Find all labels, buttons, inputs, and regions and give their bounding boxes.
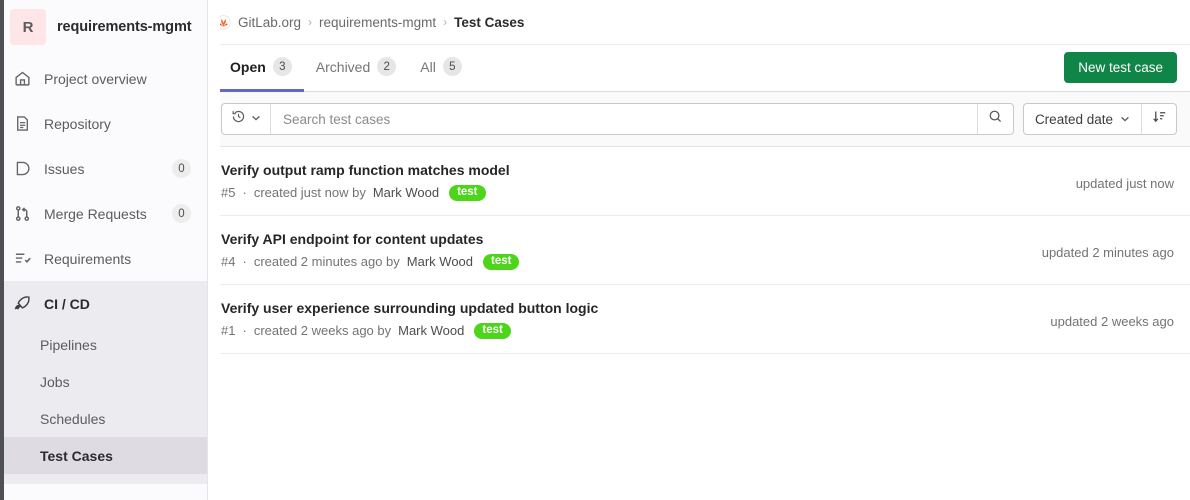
- table-row[interactable]: Verify API endpoint for content updates …: [208, 216, 1190, 286]
- issue-icon: [14, 160, 31, 177]
- table-row[interactable]: Verify output ramp function matches mode…: [208, 147, 1190, 217]
- breadcrumb-current: Test Cases: [454, 14, 525, 30]
- sidebar-label-repository: Repository: [44, 115, 111, 132]
- test-case-created: created just now by: [253, 184, 366, 200]
- rocket-icon: [14, 295, 31, 312]
- test-case-created: created 2 minutes ago by: [253, 253, 400, 269]
- test-case-updated: updated 2 minutes ago: [1041, 245, 1174, 261]
- tab-open-count: 3: [272, 57, 292, 76]
- sidebar-section-cicd: CI / CD Pipelines Jobs Schedules Test Ca…: [0, 281, 207, 484]
- test-case-id: #4: [221, 253, 236, 269]
- test-case-info: Verify user experience surrounding updat…: [221, 299, 598, 340]
- breadcrumb-separator-2: ›: [443, 15, 448, 29]
- breadcrumb: GitLab.org › requirements-mgmt › Test Ca…: [208, 0, 1190, 45]
- tab-list: Open 3 Archived 2 All 5: [218, 45, 474, 92]
- gitlab-test-cases-page: R requirements-mgmt Project overview Rep…: [0, 0, 1190, 500]
- sidebar-scrollbar-track[interactable]: [208, 0, 220, 500]
- test-case-author[interactable]: Mark Wood: [373, 184, 439, 202]
- sidebar-label-project-overview: Project overview: [44, 70, 147, 87]
- sidebar-item-issues[interactable]: Issues 0: [0, 146, 207, 191]
- breadcrumb-org[interactable]: GitLab.org: [238, 15, 301, 30]
- search-input[interactable]: [271, 104, 977, 134]
- sort-group: Created date: [1022, 103, 1177, 135]
- test-case-meta: #4 · created 2 minutes ago by Mark Wood …: [221, 253, 520, 271]
- test-case-meta: #5 · created just now by Mark Wood test: [221, 184, 510, 202]
- sidebar-label-merge-requests: Merge Requests: [44, 205, 147, 222]
- sidebar-subitem-pipelines[interactable]: Pipelines: [0, 326, 207, 363]
- sort-by-dropdown[interactable]: Created date: [1024, 104, 1142, 134]
- test-case-title[interactable]: Verify output ramp function matches mode…: [221, 161, 510, 180]
- sidebar-label-cicd: CI / CD: [44, 295, 90, 312]
- home-icon: [14, 70, 31, 87]
- sidebar-section-spacer: [0, 474, 207, 484]
- sidebar-subitem-jobs[interactable]: Jobs: [0, 363, 207, 400]
- search-submit-button[interactable]: [976, 104, 1013, 134]
- test-case-info: Verify output ramp function matches mode…: [221, 161, 510, 202]
- chevron-down-icon: [251, 110, 261, 128]
- sidebar-subitem-test-cases[interactable]: Test Cases: [0, 437, 207, 474]
- sidebar-subitem-schedules[interactable]: Schedules: [0, 400, 207, 437]
- sidebar-item-cicd[interactable]: CI / CD: [0, 281, 207, 326]
- new-test-case-button[interactable]: New test case: [1064, 52, 1177, 83]
- chevron-down-icon: [1120, 112, 1130, 127]
- test-case-updated: updated just now: [1075, 176, 1174, 191]
- test-case-id: #1: [221, 323, 236, 339]
- project-name: requirements-mgmt: [57, 19, 192, 35]
- tab-open-label: Open: [230, 58, 266, 75]
- sidebar-item-requirements[interactable]: Requirements: [0, 236, 207, 281]
- status-badge[interactable]: test: [483, 253, 520, 271]
- project-avatar: R: [10, 9, 46, 45]
- meta-separator: ·: [242, 253, 247, 269]
- main-content: GitLab.org › requirements-mgmt › Test Ca…: [208, 0, 1190, 500]
- document-icon: [14, 115, 31, 132]
- test-case-updated: updated 2 weeks ago: [1050, 314, 1174, 330]
- search-group: [221, 103, 1014, 135]
- sort-by-label: Created date: [1034, 111, 1113, 127]
- tab-all-label: All: [420, 58, 436, 75]
- table-row[interactable]: Verify user experience surrounding updat…: [208, 285, 1190, 355]
- tab-archived[interactable]: Archived 2: [304, 45, 408, 91]
- test-case-info: Verify API endpoint for content updates …: [221, 230, 520, 271]
- recent-searches-button[interactable]: [222, 104, 271, 134]
- status-badge[interactable]: test: [474, 322, 511, 340]
- meta-separator: ·: [242, 323, 247, 339]
- filter-bar: Created date: [208, 92, 1190, 147]
- merge-request-icon: [14, 205, 31, 222]
- test-case-id: #5: [221, 184, 236, 200]
- sidebar-item-project-overview[interactable]: Project overview: [0, 56, 207, 101]
- checklist-icon: [14, 250, 31, 267]
- meta-separator: ·: [242, 184, 247, 200]
- sort-direction-button[interactable]: [1142, 104, 1176, 134]
- test-case-list: Verify output ramp function matches mode…: [208, 147, 1190, 355]
- project-header[interactable]: R requirements-mgmt: [0, 0, 207, 56]
- search-icon: [988, 109, 1003, 129]
- test-case-author[interactable]: Mark Wood: [398, 322, 464, 340]
- history-icon: [231, 109, 246, 129]
- tab-archived-count: 2: [377, 57, 397, 76]
- sidebar-item-merge-requests[interactable]: Merge Requests 0: [0, 191, 207, 236]
- sidebar-item-repository[interactable]: Repository: [0, 101, 207, 146]
- sort-descending-icon: [1152, 109, 1167, 129]
- tab-archived-label: Archived: [315, 58, 371, 75]
- test-case-created: created 2 weeks ago by: [253, 323, 392, 339]
- sidebar-label-requirements: Requirements: [44, 250, 132, 267]
- test-case-meta: #1 · created 2 weeks ago by Mark Wood te…: [221, 322, 598, 340]
- test-case-author[interactable]: Mark Wood: [407, 253, 473, 271]
- breadcrumb-project[interactable]: requirements-mgmt: [319, 15, 436, 30]
- test-case-title[interactable]: Verify user experience surrounding updat…: [221, 299, 598, 318]
- project-sidebar: R requirements-mgmt Project overview Rep…: [0, 0, 208, 500]
- test-case-title[interactable]: Verify API endpoint for content updates: [221, 230, 519, 249]
- tab-bar: Open 3 Archived 2 All 5 New test case: [208, 45, 1190, 92]
- issues-count-badge: 0: [172, 159, 191, 178]
- breadcrumb-separator-1: ›: [308, 15, 313, 29]
- merge-requests-count-badge: 0: [172, 204, 191, 223]
- sidebar-label-issues: Issues: [44, 160, 85, 177]
- status-badge[interactable]: test: [449, 184, 486, 202]
- tab-all[interactable]: All 5: [408, 45, 474, 91]
- tab-open[interactable]: Open 3: [218, 45, 304, 92]
- tab-all-count: 5: [442, 57, 462, 76]
